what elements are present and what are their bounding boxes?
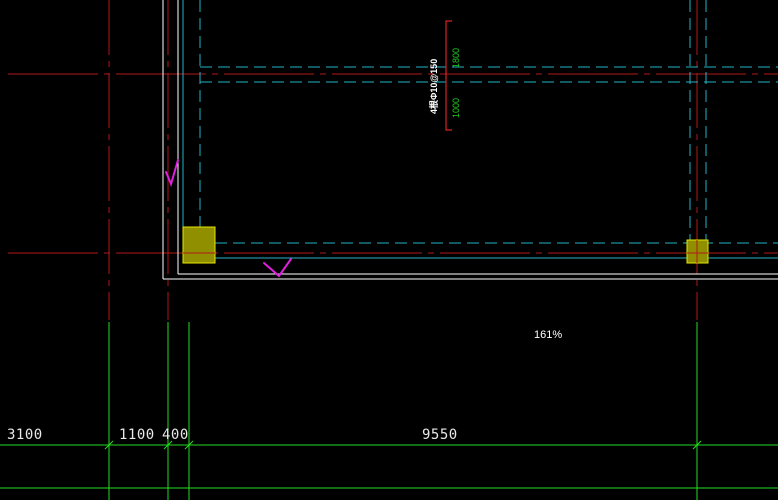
dim-text-1100: 1100 [119,427,155,443]
wall-outline [162,0,778,280]
rebar-note-label: 4根Φ10@150 [429,58,439,114]
dim-text-400: 400 [162,427,189,443]
beam-lines [182,0,778,259]
axis-lines [8,0,778,320]
dimension-lines [0,322,778,500]
column-left[interactable] [182,226,216,264]
cad-drawing-canvas[interactable] [0,0,778,500]
zoom-level: 161% [534,329,563,341]
rebar-bottom-value: 1000 [451,97,461,118]
rebar-top-value: 1800 [451,47,461,68]
dim-text-9550: 9550 [422,427,458,443]
dim-text-3100: 3100 [7,427,43,443]
check-mark-bottom-icon [263,258,292,278]
